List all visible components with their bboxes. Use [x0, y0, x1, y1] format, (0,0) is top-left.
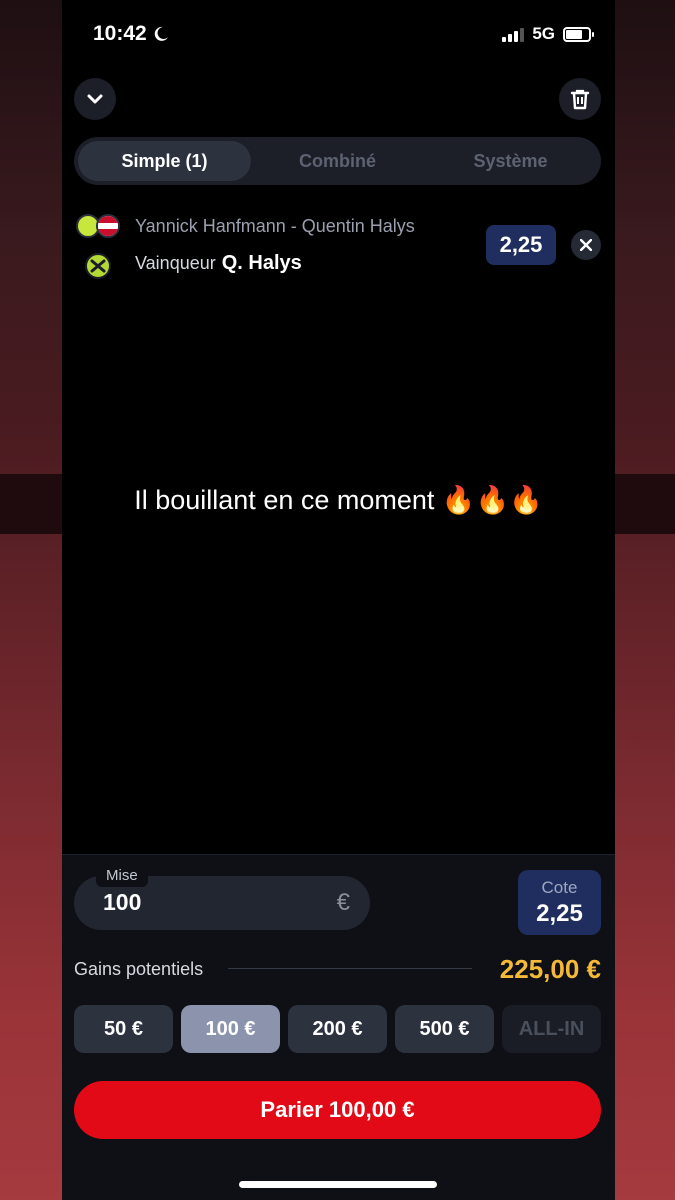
quick-stake-all-in[interactable]: ALL-IN — [502, 1005, 601, 1053]
status-indicators: 5G — [502, 24, 594, 44]
phone-screen: 10:42 5G Simple (1) Combiné Système Yann… — [62, 0, 615, 1200]
winner-icon — [85, 253, 111, 279]
bet-pick: Vainqueur Q. Halys — [135, 252, 302, 275]
background-right — [615, 0, 675, 1200]
stake-input[interactable]: Mise 100 € — [74, 865, 370, 930]
chevron-down-icon — [87, 94, 103, 104]
background-left — [0, 0, 62, 1200]
cote-value: 2,25 — [536, 899, 583, 927]
stake-value: 100 — [103, 889, 142, 915]
tab-systeme[interactable]: Système — [424, 141, 597, 181]
trash-icon — [570, 89, 590, 110]
status-time: 10:42 — [93, 22, 169, 46]
quick-stake-50[interactable]: 50 € — [74, 1005, 173, 1053]
moon-icon — [154, 26, 168, 41]
quick-stake-buttons: 50 € 100 € 200 € 500 € ALL-IN — [74, 1005, 601, 1053]
market-label: Vainqueur — [135, 253, 216, 273]
austria-flag-icon — [96, 214, 120, 238]
signal-icon — [502, 26, 525, 42]
remove-selection-button[interactable] — [571, 230, 601, 260]
gains-divider — [228, 968, 472, 969]
gains-value: 225,00 € — [499, 954, 601, 984]
odds-badge: 2,25 — [486, 225, 556, 265]
stake-label: Mise — [96, 865, 148, 887]
potential-gains-row: Gains potentiels 225,00 € — [74, 953, 601, 985]
bet-type-tabs: Simple (1) Combiné Système — [74, 137, 601, 185]
currency-symbol: € — [336, 889, 350, 916]
delete-button[interactable] — [559, 78, 601, 120]
place-bet-button[interactable]: Parier 100,00 € — [74, 1081, 601, 1139]
close-icon — [580, 239, 592, 251]
tab-combine[interactable]: Combiné — [251, 141, 424, 181]
quick-stake-100[interactable]: 100 € — [181, 1005, 280, 1053]
battery-icon — [563, 26, 594, 42]
quick-stake-200[interactable]: 200 € — [288, 1005, 387, 1053]
network-label: 5G — [532, 24, 555, 43]
bet-slip-panel: Mise 100 € Cote 2,25 Gains potentiels 22… — [62, 854, 615, 1200]
selection-label: Q. Halys — [221, 252, 302, 274]
quick-stake-500[interactable]: 500 € — [395, 1005, 494, 1053]
status-time-text: 10:42 — [93, 22, 147, 45]
match-name: Yannick Hanfmann - Quentin Halys — [135, 216, 415, 236]
tab-simple[interactable]: Simple (1) — [78, 141, 251, 181]
bet-selection: Yannick Hanfmann - Quentin Halys Vainque… — [74, 208, 601, 280]
sport-icons — [74, 212, 124, 279]
story-caption: Il bouillant en ce moment 🔥🔥🔥 — [134, 485, 543, 515]
collapse-button[interactable] — [74, 78, 116, 120]
cote-label: Cote — [541, 877, 578, 897]
gains-label: Gains potentiels — [74, 959, 204, 979]
home-indicator[interactable] — [239, 1181, 437, 1188]
total-odds-box: Cote 2,25 — [518, 870, 601, 935]
